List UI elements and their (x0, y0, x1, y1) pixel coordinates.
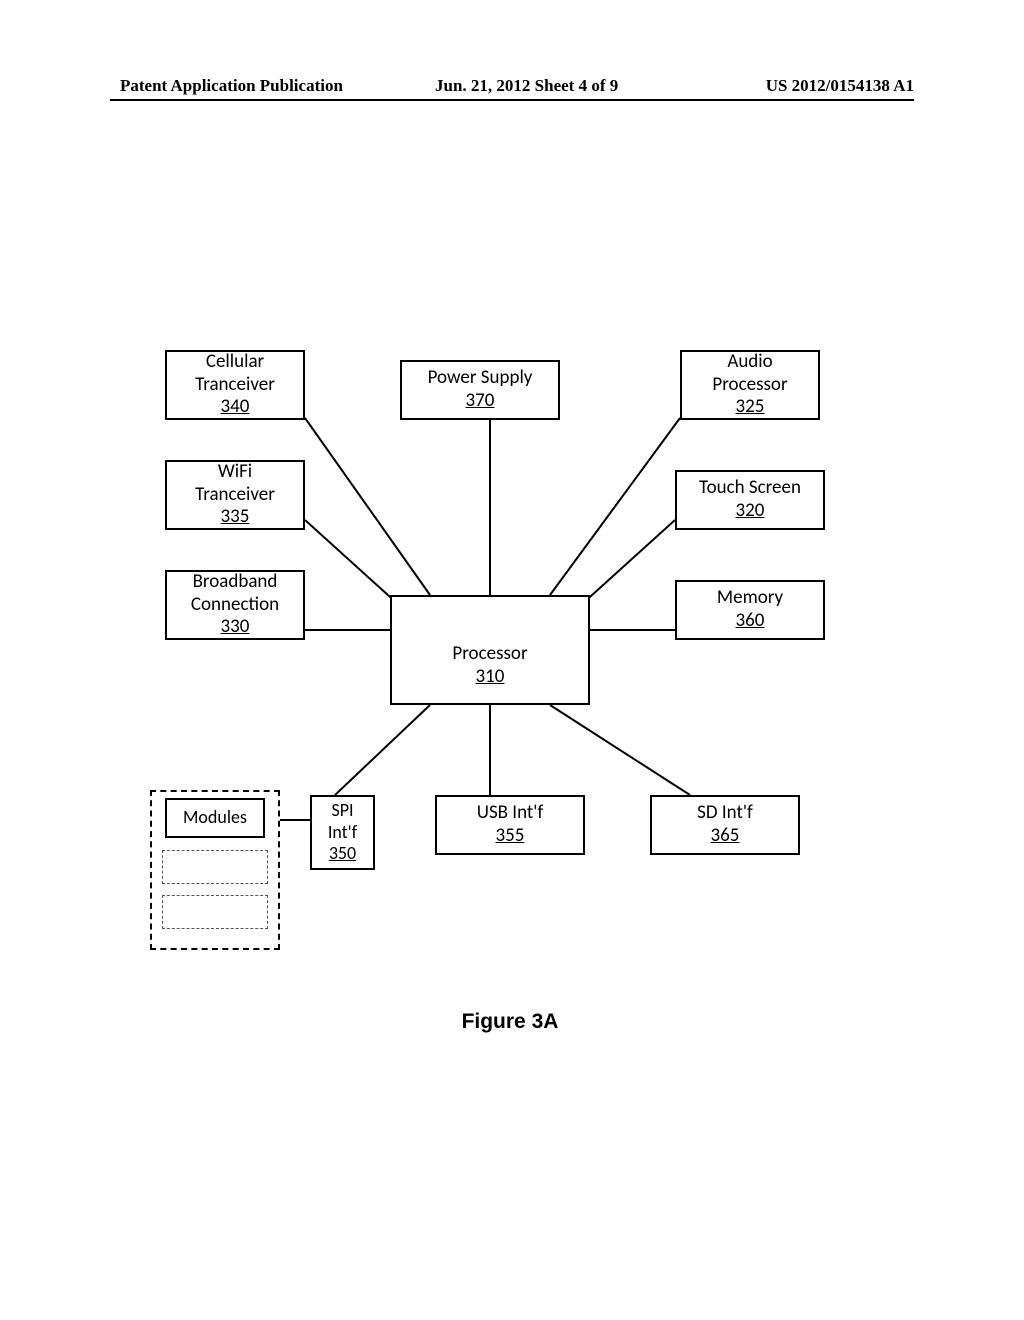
block-refnum: 335 (221, 506, 250, 529)
block-label: SPI (331, 800, 353, 822)
block-modules: Modules (165, 798, 265, 838)
block-wifi-transceiver: WiFi Tranceiver 335 (165, 460, 305, 530)
block-label: USB Int'f (477, 802, 544, 825)
block-refnum: 355 (496, 825, 525, 848)
block-label: Processor (452, 643, 527, 666)
doc-header-left: Patent Application Publication (120, 76, 343, 96)
block-sd-interface: SD Int'f 365 (650, 795, 800, 855)
block-broadband-connection: Broadband Connection 330 (165, 570, 305, 640)
block-refnum: 320 (736, 500, 765, 523)
header-rule (110, 99, 914, 101)
block-refnum: 330 (221, 616, 250, 639)
block-label: Processor (712, 374, 787, 397)
block-refnum: 350 (329, 843, 356, 865)
block-label: Cellular (206, 351, 264, 374)
block-refnum: 360 (736, 610, 765, 633)
block-module-slot (162, 895, 268, 929)
block-label: Modules (183, 807, 247, 829)
figure: Cellular Tranceiver 340 Power Supply 370… (150, 350, 870, 1050)
block-cellular-transceiver: Cellular Tranceiver 340 (165, 350, 305, 420)
block-refnum: 340 (221, 396, 250, 419)
block-label: Connection (191, 594, 279, 617)
block-label: Tranceiver (195, 484, 275, 507)
block-refnum: 365 (711, 825, 740, 848)
block-label: SD Int'f (697, 802, 753, 825)
block-power-supply: Power Supply 370 (400, 360, 560, 420)
block-processor: Processor 310 (390, 595, 590, 705)
figure-caption: Figure 3A (150, 1010, 870, 1034)
block-audio-processor: Audio Processor 325 (680, 350, 820, 420)
block-label: Memory (717, 587, 783, 610)
block-refnum: 310 (476, 666, 505, 689)
block-refnum: 370 (466, 390, 495, 413)
block-label: WiFi (218, 461, 252, 484)
block-module-slot (162, 850, 268, 884)
block-label: Audio (727, 351, 772, 374)
block-label: Power Supply (428, 367, 533, 390)
block-label: Broadband (193, 571, 278, 594)
block-memory: Memory 360 (675, 580, 825, 640)
block-label: Tranceiver (195, 374, 275, 397)
block-label: Int'f (328, 822, 357, 844)
block-usb-interface: USB Int'f 355 (435, 795, 585, 855)
block-touch-screen: Touch Screen 320 (675, 470, 825, 530)
block-spi-interface: SPI Int'f 350 (310, 795, 375, 870)
doc-header-mid: Jun. 21, 2012 Sheet 4 of 9 (435, 76, 618, 96)
block-refnum: 325 (736, 396, 765, 419)
doc-header-right: US 2012/0154138 A1 (766, 76, 914, 96)
block-label: Touch Screen (699, 477, 801, 500)
